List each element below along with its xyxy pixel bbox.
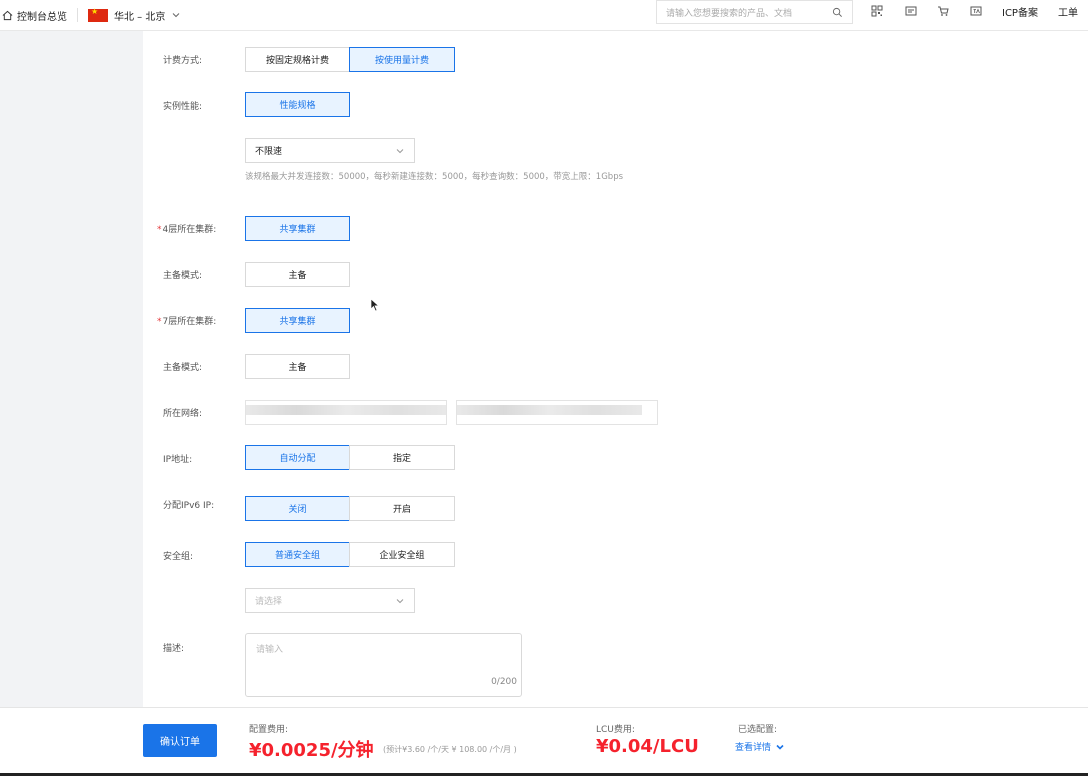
l4-mode-option[interactable]: 主备 [245,262,350,287]
required-mark: * [157,225,162,235]
l4-mode-label: 主备模式: [163,271,203,281]
search-icon[interactable] [832,7,843,18]
char-counter: 0/200 [491,677,517,687]
message-icon[interactable] [905,5,917,17]
config-fee-value: ¥0.0025/分钟 [249,740,374,761]
l4-cluster-label-text: 4层所在集群: [162,225,217,235]
config-fee-label: 配置费用: [249,725,289,735]
cart-icon[interactable] [937,5,949,17]
security-enterprise-option[interactable]: 企业安全组 [349,542,455,567]
l4-cluster-label: *4层所在集群: [157,222,216,235]
security-group-placeholder: 请选择 [255,597,283,607]
view-details-link[interactable]: 查看详情 [735,740,785,753]
performance-spec-option[interactable]: 性能规格 [245,92,350,117]
description-textarea[interactable]: 请输入 0/200 [245,633,522,697]
ipv6-on-option[interactable]: 开启 [349,496,455,521]
l7-cluster-label: *7层所在集群: [157,314,216,327]
view-details-label: 查看详情 [735,743,772,753]
l7-mode-option[interactable]: 主备 [245,354,350,379]
region-label: 华北 – 北京 [114,11,166,23]
billing-label: 计费方式: [163,56,203,66]
ipv6-label: 分配IPv6 IP: [163,501,215,511]
l4-shared-cluster-option[interactable]: 共享集群 [245,216,350,241]
l7-shared-cluster-option[interactable]: 共享集群 [245,308,350,333]
console-home-link[interactable]: 控制台总览 [0,0,67,30]
home-icon [2,10,13,20]
purchase-form: 计费方式: 按固定规格计费 按使用量计费 实例性能: 性能规格 不限速 该规格最… [143,31,1088,707]
spec-hint: 该规格最大并发连接数：50000，每秒新建连接数：5000，每秒查询数：5000… [245,172,624,182]
lcu-fee-value: ¥0.04/LCU [596,736,699,757]
speed-select[interactable]: 不限速 [245,138,415,163]
subnet-select[interactable] [456,400,658,425]
speed-select-value: 不限速 [255,147,283,157]
ticket-link[interactable]: 工单 [1058,4,1078,19]
language-icon[interactable] [970,5,982,17]
order-summary-bar: 确认订单 配置费用: ¥0.0025/分钟 (预计¥3.60 /个/天 ¥ 10… [0,707,1088,773]
security-group-label: 安全组: [163,552,194,562]
performance-label: 实例性能: [163,102,203,112]
ip-label: IP地址: [163,455,193,465]
ip-specify-option[interactable]: 指定 [349,445,455,470]
console-home-label: 控制台总览 [17,11,67,23]
china-flag-icon [88,7,108,22]
icp-filing-link[interactable]: ICP备案 [1002,4,1038,19]
ipv6-off-option[interactable]: 关闭 [245,496,350,521]
chevron-down-icon [776,744,784,750]
region-selector[interactable]: 华北 – 北京 [88,7,181,23]
billing-fixed-spec-option[interactable]: 按固定规格计费 [245,47,350,72]
required-mark: * [157,317,162,327]
confirm-order-button[interactable]: 确认订单 [143,724,217,757]
search-input[interactable]: 请输入您想要搜索的产品、文档 [656,0,853,24]
redacted-value [457,405,642,415]
billing-usage-option[interactable]: 按使用量计费 [349,47,455,72]
description-placeholder: 请输入 [256,645,284,655]
lcu-fee-label: LCU费用: [596,725,635,735]
description-label: 描述: [163,644,185,654]
vpc-select[interactable] [245,400,447,425]
security-group-select[interactable]: 请选择 [245,588,415,613]
selected-config-label: 已选配置: [738,725,778,735]
config-fee-estimate: (预计¥3.60 /个/天 ¥ 108.00 /个/月 ) [383,745,517,754]
security-normal-option[interactable]: 普通安全组 [245,542,350,567]
network-label: 所在网络: [163,409,203,419]
l7-mode-label: 主备模式: [163,363,203,373]
l7-cluster-label-text: 7层所在集群: [162,317,217,327]
redacted-value [246,405,446,415]
mouse-cursor-icon [370,298,380,312]
chevron-down-icon [396,148,404,153]
qr-code-icon[interactable] [871,5,883,17]
search-placeholder: 请输入您想要搜索的产品、文档 [666,8,793,19]
divider [77,8,78,22]
chevron-down-icon [396,598,404,603]
chevron-down-icon [173,13,180,18]
ip-auto-option[interactable]: 自动分配 [245,445,350,470]
top-navigation-bar: 控制台总览 华北 – 北京 请输入您想要搜索的产品、文档 ICP备案 工单 [0,0,1088,31]
